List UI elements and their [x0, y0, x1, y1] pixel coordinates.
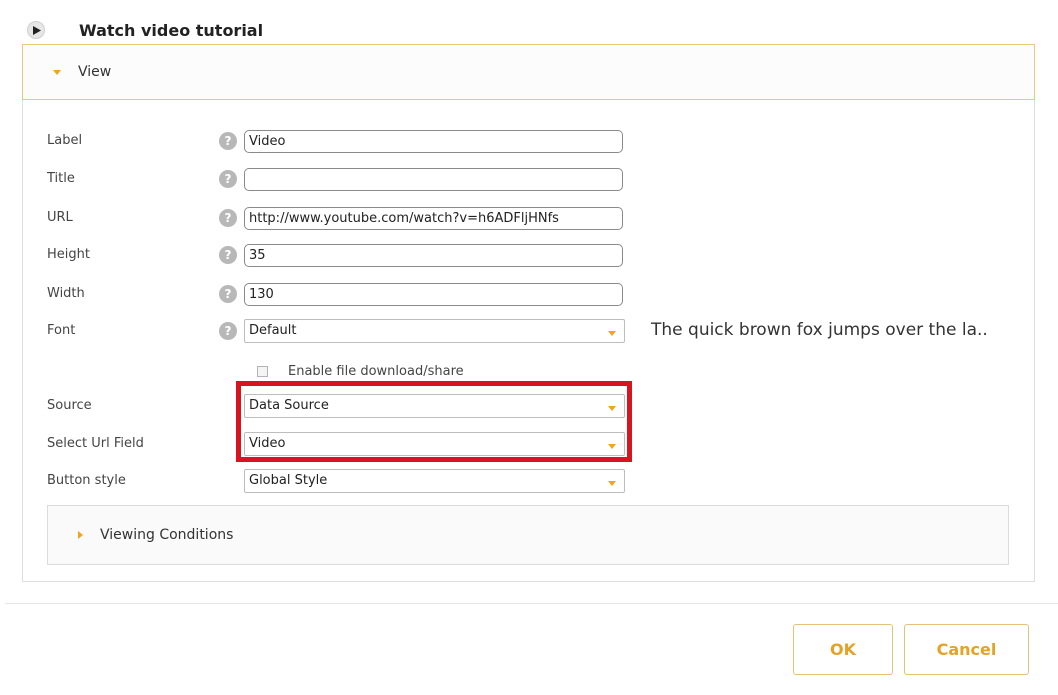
- height-field-label: Height: [47, 247, 90, 262]
- view-section-label: View: [78, 64, 112, 80]
- enable-download-label[interactable]: Enable file download/share: [288, 364, 464, 379]
- url-field-select-label: Select Url Field: [47, 436, 144, 451]
- font-preview-text: The quick brown fox jumps over the la..: [651, 320, 988, 340]
- font-row: Font ? Default The quick brown fox jumps…: [23, 319, 1036, 343]
- help-icon[interactable]: ?: [219, 209, 237, 227]
- label-field-label: Label: [47, 133, 83, 148]
- viewing-conditions-section[interactable]: Viewing Conditions: [47, 505, 1009, 565]
- help-icon[interactable]: ?: [219, 170, 237, 188]
- enable-download-checkbox[interactable]: [257, 365, 268, 377]
- view-form-panel: Label ? Video Title ? URL ? http://www.y…: [22, 100, 1035, 582]
- dropdown-arrow-icon: [608, 331, 616, 336]
- viewing-conditions-label: Viewing Conditions: [100, 527, 234, 543]
- help-icon[interactable]: ?: [219, 285, 237, 303]
- button-style-select-value: Global Style: [249, 473, 328, 488]
- video-properties-dialog: Watch video tutorial View Label ? Video …: [0, 0, 1058, 695]
- view-section-header[interactable]: View: [22, 44, 1035, 100]
- footer-divider: [5, 603, 1058, 604]
- play-icon[interactable]: [27, 21, 45, 39]
- tutorial-header[interactable]: Watch video tutorial: [27, 18, 263, 42]
- help-icon[interactable]: ?: [219, 132, 237, 150]
- caret-right-icon: [78, 531, 83, 539]
- enable-download-row: Enable file download/share: [257, 361, 464, 381]
- watch-tutorial-link[interactable]: Watch video tutorial: [79, 21, 263, 40]
- width-input[interactable]: 130: [244, 283, 623, 306]
- button-style-row: Button style Global Style: [23, 469, 1036, 493]
- button-style-field-label: Button style: [47, 473, 126, 488]
- height-input[interactable]: 35: [244, 244, 623, 267]
- url-row: URL ? http://www.youtube.com/watch?v=h6A…: [23, 206, 1036, 230]
- title-row: Title ?: [23, 167, 1036, 191]
- dropdown-arrow-icon: [608, 481, 616, 486]
- font-select-value: Default: [249, 323, 297, 338]
- width-row: Width ? 130: [23, 282, 1036, 306]
- font-select[interactable]: Default: [244, 319, 625, 343]
- url-input[interactable]: http://www.youtube.com/watch?v=h6ADFljHN…: [244, 207, 623, 230]
- help-icon[interactable]: ?: [219, 322, 237, 340]
- font-field-label: Font: [47, 323, 76, 338]
- ok-button[interactable]: OK: [793, 624, 893, 675]
- title-input[interactable]: [244, 168, 623, 191]
- label-input[interactable]: Video: [244, 130, 623, 153]
- title-field-label: Title: [47, 171, 75, 186]
- button-style-select[interactable]: Global Style: [244, 469, 625, 493]
- url-field-label: URL: [47, 210, 73, 225]
- highlight-annotation: [236, 381, 632, 462]
- height-row: Height ? 35: [23, 243, 1036, 267]
- help-icon[interactable]: ?: [219, 246, 237, 264]
- caret-down-icon: [53, 69, 61, 75]
- label-row: Label ? Video: [23, 129, 1036, 153]
- cancel-button[interactable]: Cancel: [904, 624, 1029, 675]
- source-field-label: Source: [47, 398, 92, 413]
- width-field-label: Width: [47, 286, 85, 301]
